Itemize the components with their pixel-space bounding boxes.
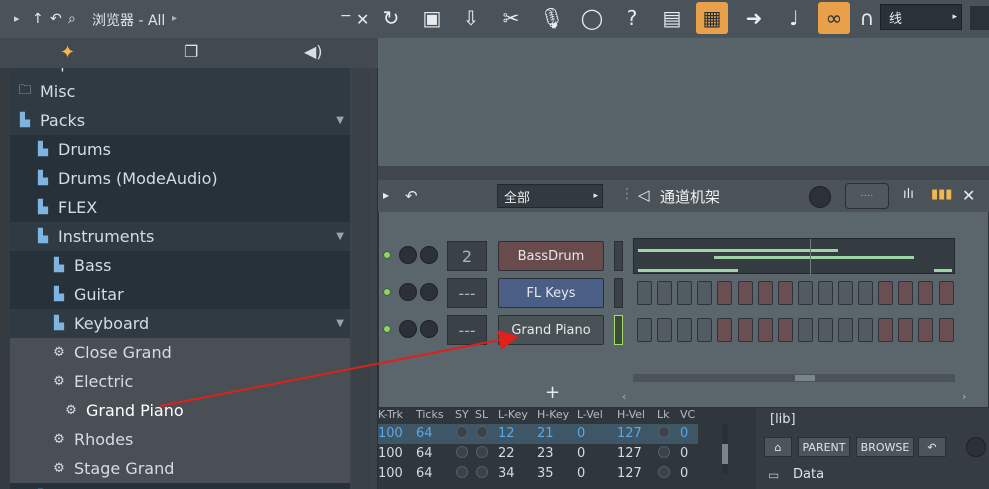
drag-annotation-arrow: [159, 330, 519, 407]
